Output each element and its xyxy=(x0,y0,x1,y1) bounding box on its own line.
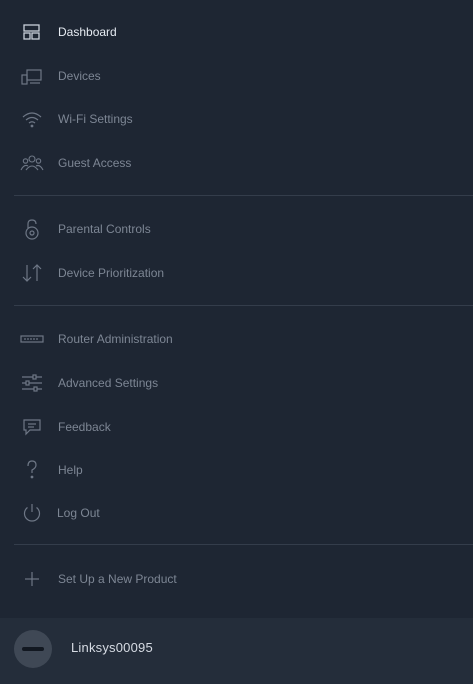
menu-item-label: Feedback xyxy=(58,420,111,434)
menu-item-set-up-new-product[interactable]: Set Up a New Product xyxy=(0,559,473,599)
question-mark-icon xyxy=(20,458,44,482)
devices-icon xyxy=(20,64,44,88)
menu-item-devices[interactable]: Devices xyxy=(0,56,473,96)
divider xyxy=(14,305,473,306)
wifi-icon xyxy=(20,107,44,131)
menu-item-guest-access[interactable]: Guest Access xyxy=(0,143,473,183)
menu-item-label: Wi-Fi Settings xyxy=(58,112,133,126)
network-avatar xyxy=(14,630,52,668)
router-icon xyxy=(20,327,44,351)
minus-icon xyxy=(22,647,44,651)
menu-item-label: Devices xyxy=(58,69,101,83)
menu-item-wifi-settings[interactable]: Wi-Fi Settings xyxy=(0,99,473,139)
menu-item-label: Log Out xyxy=(57,506,100,520)
menu-item-label: Guest Access xyxy=(58,156,132,170)
network-footer[interactable]: Linksys00095 xyxy=(0,618,473,684)
menu-item-router-administration[interactable]: Router Administration xyxy=(0,319,473,359)
menu-item-advanced-settings[interactable]: Advanced Settings xyxy=(0,363,473,403)
divider xyxy=(14,544,473,545)
dashboard-icon xyxy=(20,20,44,44)
menu-item-label: Help xyxy=(58,463,83,477)
menu-item-label: Device Prioritization xyxy=(58,266,165,280)
divider xyxy=(14,195,473,196)
plus-icon xyxy=(20,567,44,591)
speech-bubble-icon xyxy=(20,415,44,439)
network-name: Linksys00095 xyxy=(71,640,153,655)
up-down-arrows-icon xyxy=(20,261,44,285)
menu-item-label: Router Administration xyxy=(58,332,173,346)
power-icon xyxy=(20,501,44,525)
menu-item-log-out[interactable]: Log Out xyxy=(0,493,473,533)
menu-item-label: Set Up a New Product xyxy=(58,572,177,586)
guests-icon xyxy=(20,151,44,175)
menu-item-help[interactable]: Help xyxy=(0,450,473,490)
menu-item-device-prioritization[interactable]: Device Prioritization xyxy=(0,253,473,293)
menu-item-label: Dashboard xyxy=(58,25,117,39)
menu-item-parental-controls[interactable]: Parental Controls xyxy=(0,209,473,249)
menu-item-feedback[interactable]: Feedback xyxy=(0,407,473,447)
lock-icon xyxy=(20,217,44,241)
menu-item-label: Parental Controls xyxy=(58,222,151,236)
menu-item-dashboard[interactable]: Dashboard xyxy=(0,12,473,52)
sliders-icon xyxy=(20,371,44,395)
menu-item-label: Advanced Settings xyxy=(58,376,159,390)
